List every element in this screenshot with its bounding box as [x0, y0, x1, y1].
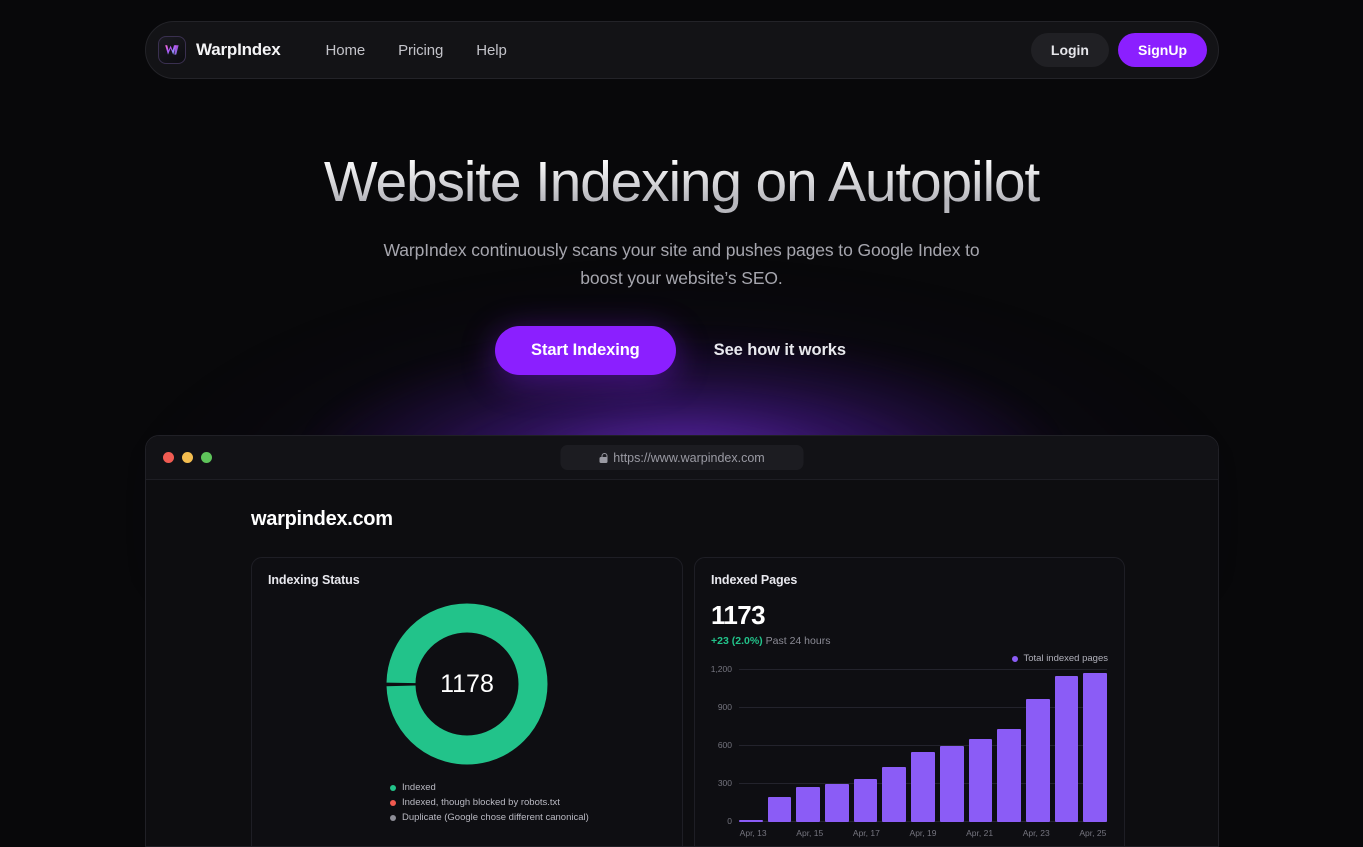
hero-subtitle: WarpIndex continuously scans your site a… [383, 239, 980, 289]
legend-dot-indexed-icon [390, 784, 396, 791]
maximize-window-icon[interactable] [201, 452, 212, 463]
bar-chart-bar[interactable] [739, 820, 763, 822]
y-axis-tick-label: 900 [717, 702, 732, 712]
nav-link-help[interactable]: Help [476, 42, 507, 59]
legend-dot-total-indexed-icon [1012, 655, 1019, 662]
bar-chart-bar[interactable] [825, 784, 849, 822]
legend-label-indexed: Indexed [402, 782, 436, 793]
start-indexing-button[interactable]: Start Indexing [495, 325, 676, 375]
minimize-window-icon[interactable] [182, 452, 193, 463]
y-axis-tick-label: 600 [717, 740, 732, 750]
x-axis-tick-label: Apr, 19 [909, 828, 937, 838]
bar-chart: 0 300 600 900 1,200 Apr, 13 Apr, 15 Apr, 17 Apr… [711, 664, 1111, 842]
bar-chart-bar[interactable] [796, 786, 821, 822]
bar-chart-legend: Total indexed pages [711, 653, 1108, 664]
browser-mockup: https://www.warpindex.com warpindex.com … [145, 435, 1219, 847]
see-how-it-works-button[interactable]: See how it works [692, 326, 868, 375]
y-axis-tick-label: 1,200 [710, 664, 732, 674]
indexing-status-card: Indexing Status 1178 Indexed Indexed, th… [251, 557, 683, 846]
y-axis-tick-label: 0 [727, 816, 732, 826]
legend-item: Duplicate (Google chose different canoni… [390, 812, 666, 823]
indexed-pages-delta-note: Past 24 hours [765, 635, 831, 647]
close-window-icon[interactable] [163, 452, 174, 463]
lock-icon [599, 452, 608, 463]
dashboard-cards: Indexing Status 1178 Indexed Indexed, th… [251, 557, 1125, 846]
dashboard: warpindex.com Indexing Status 1178 Index… [146, 480, 1218, 846]
donut-legend: Indexed Indexed, though blocked by robot… [390, 782, 666, 823]
bar-chart-xaxis: Apr, 13 Apr, 15 Apr, 17 Apr, 19 Apr, 21 Apr, … [739, 824, 1107, 842]
y-axis-tick-label: 300 [717, 778, 732, 788]
bar-chart-bar[interactable] [1083, 673, 1107, 822]
bar-chart-bar[interactable] [882, 766, 907, 822]
bar-chart-bar[interactable] [1025, 699, 1050, 822]
bar-chart-bar[interactable] [767, 796, 792, 822]
indexed-pages-title: Indexed Pages [711, 573, 798, 587]
donut-chart: 1178 [268, 600, 666, 768]
nav-link-home[interactable]: Home [325, 42, 365, 59]
nav-links: Home Pricing Help [325, 42, 506, 59]
legend-item: Indexed [390, 782, 666, 793]
browser-titlebar: https://www.warpindex.com [146, 436, 1218, 480]
legend-item: Indexed, though blocked by robots.txt [390, 797, 666, 808]
bar-chart-bar[interactable] [1054, 675, 1079, 822]
nav-link-pricing[interactable]: Pricing [398, 42, 443, 59]
legend-label-total-indexed: Total indexed pages [1023, 653, 1108, 664]
login-button[interactable]: Login [1030, 33, 1109, 67]
indexed-pages-delta-row: +23 (2.0%) Past 24 hours [711, 635, 1108, 647]
indexed-pages-delta: +23 (2.0%) [711, 635, 763, 647]
bar-chart-bar[interactable] [939, 745, 964, 822]
signup-button[interactable]: SignUp [1118, 33, 1207, 67]
navbar: WarpIndex Home Pricing Help Login SignUp [145, 21, 1219, 79]
x-axis-tick-label: Apr, 21 [966, 828, 994, 838]
x-axis-tick-label: Apr, 15 [796, 828, 824, 838]
legend-label-duplicate: Duplicate (Google chose different canoni… [402, 812, 589, 823]
page-root: WarpIndex Home Pricing Help Login SignUp… [0, 0, 1363, 847]
legend-dot-blocked-icon [390, 799, 396, 806]
brand[interactable]: WarpIndex [158, 36, 281, 64]
url-bar[interactable]: https://www.warpindex.com [560, 445, 804, 470]
indexed-pages-value: 1173 [711, 600, 766, 630]
legend-label-blocked: Indexed, though blocked by robots.txt [402, 797, 560, 808]
indexing-status-title: Indexing Status [268, 573, 360, 587]
x-axis-tick-label: Apr, 25 [1079, 828, 1107, 838]
bar-chart-bar[interactable] [968, 739, 993, 822]
url-text: https://www.warpindex.com [613, 450, 765, 465]
brand-name: WarpIndex [196, 40, 281, 59]
bar-chart-plot: 0 300 600 900 1,200 [711, 664, 1107, 826]
legend-dot-duplicate-icon [390, 814, 396, 821]
page-title: Website Indexing on Autopilot [0, 151, 1363, 214]
warpindex-logo-icon [158, 36, 186, 64]
x-axis-tick-label: Apr, 23 [1022, 828, 1050, 838]
bar-chart-bars [739, 670, 1107, 822]
x-axis-tick-label: Apr, 13 [739, 828, 767, 838]
bar-chart-bar[interactable] [853, 778, 878, 822]
donut-center-value: 1178 [440, 670, 494, 698]
hero-cta-group: Start Indexing See how it works [0, 325, 1363, 375]
x-axis-tick-label: Apr, 17 [852, 828, 880, 838]
traffic-lights [163, 452, 212, 463]
bar-chart-bar[interactable] [911, 751, 935, 822]
bar-chart-bar[interactable] [997, 729, 1021, 822]
indexed-pages-card: Indexed Pages 1173 +23 (2.0%) Past 24 hou… [694, 557, 1125, 846]
navbar-actions: Login SignUp [1030, 33, 1207, 67]
dashboard-site-title: warpindex.com [251, 508, 393, 530]
